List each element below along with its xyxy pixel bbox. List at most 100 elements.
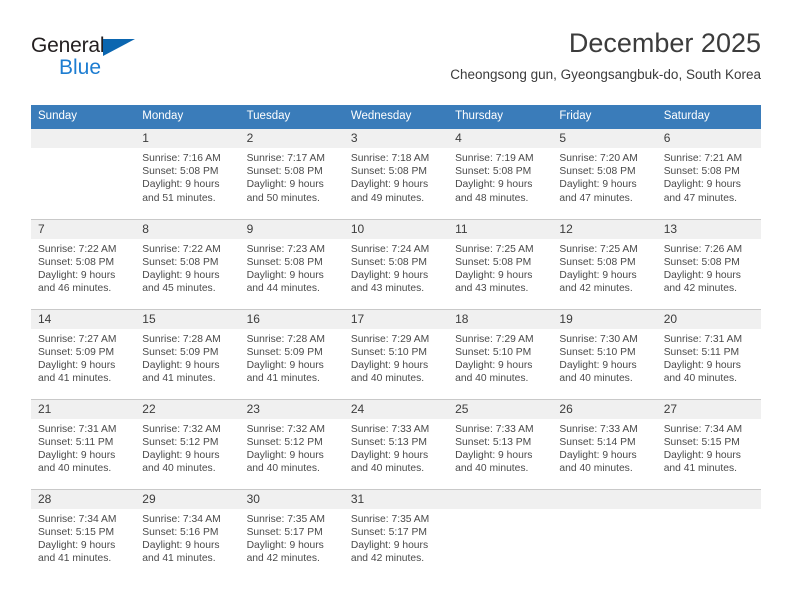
- calendar-day-cell[interactable]: 23 Sunrise: 7:32 AM Sunset: 5:12 PM Dayligh…: [239, 398, 344, 489]
- daylight-duration-line-1: Daylight: 9 hours: [663, 359, 741, 371]
- calendar-day-cell[interactable]: 2 Sunrise: 7:17 AM Sunset: 5:08 PM Daylight…: [239, 129, 344, 219]
- day-sun-info: Sunrise: 7:18 AM Sunset: 5:08 PM Daylight:…: [344, 148, 448, 205]
- daylight-duration-line-1: Daylight: 9 hours: [246, 539, 324, 551]
- sunset-time: Sunset: 5:11 PM: [663, 346, 740, 358]
- calendar-day-cell[interactable]: 1 Sunrise: 7:16 AM Sunset: 5:08 PM Daylight…: [135, 129, 240, 219]
- sunrise-time: Sunrise: 7:32 AM: [246, 423, 325, 435]
- calendar-day-cell[interactable]: 9 Sunrise: 7:23 AM Sunset: 5:08 PM Daylight…: [239, 218, 344, 309]
- day-number: [31, 129, 136, 148]
- day-number: 16: [239, 309, 344, 329]
- day-number: 28: [31, 489, 136, 509]
- day-number: 7: [31, 219, 136, 239]
- calendar-day-cell[interactable]: 27 Sunrise: 7:34 AM Sunset: 5:15 PM Dayligh…: [656, 398, 761, 489]
- calendar-day-cell[interactable]: 6 Sunrise: 7:21 AM Sunset: 5:08 PM Daylight…: [656, 129, 761, 219]
- daylight-duration-line-2: and 40 minutes.: [455, 463, 529, 475]
- calendar-day-cell[interactable]: 16 Sunrise: 7:28 AM Sunset: 5:09 PM Dayligh…: [239, 308, 344, 399]
- logo-word-general: General: [31, 34, 105, 57]
- daylight-duration-line-1: Daylight: 9 hours: [455, 179, 533, 191]
- calendar-empty-cell: [448, 488, 553, 579]
- sunrise-time: Sunrise: 7:22 AM: [38, 243, 117, 255]
- sunset-time: Sunset: 5:12 PM: [246, 436, 323, 448]
- daylight-duration-line-2: and 40 minutes.: [38, 463, 112, 475]
- sunrise-time: Sunrise: 7:19 AM: [455, 153, 534, 164]
- daylight-duration-line-1: Daylight: 9 hours: [142, 179, 220, 191]
- daylight-duration-line-2: and 40 minutes.: [663, 373, 737, 385]
- sunrise-time: Sunrise: 7:20 AM: [559, 153, 638, 164]
- calendar-day-cell[interactable]: 10 Sunrise: 7:24 AM Sunset: 5:08 PM Dayligh…: [343, 218, 449, 309]
- day-sun-info: Sunrise: 7:33 AM Sunset: 5:13 PM Daylight:…: [448, 419, 552, 476]
- day-number: 4: [448, 129, 553, 148]
- sunrise-time: Sunrise: 7:33 AM: [455, 423, 534, 435]
- daylight-duration-line-1: Daylight: 9 hours: [246, 449, 324, 461]
- day-number: 21: [31, 399, 136, 419]
- day-sun-info: Sunrise: 7:35 AM Sunset: 5:17 PM Daylight:…: [240, 509, 344, 566]
- day-number: 13: [656, 219, 761, 239]
- daylight-duration-line-2: and 50 minutes.: [246, 192, 320, 204]
- column-header-saturday: Saturday: [656, 105, 761, 129]
- calendar-day-cell[interactable]: 29 Sunrise: 7:34 AM Sunset: 5:16 PM Dayligh…: [135, 488, 240, 579]
- day-sun-info: Sunrise: 7:33 AM Sunset: 5:14 PM Daylight:…: [552, 419, 656, 476]
- sunset-time: Sunset: 5:15 PM: [38, 526, 115, 538]
- calendar-day-cell[interactable]: 28 Sunrise: 7:34 AM Sunset: 5:15 PM Dayligh…: [31, 488, 136, 579]
- daylight-duration-line-2: and 40 minutes.: [350, 373, 425, 385]
- day-number: 11: [448, 219, 553, 239]
- calendar-day-cell[interactable]: 21 Sunrise: 7:31 AM Sunset: 5:11 PM Dayligh…: [31, 398, 136, 489]
- calendar-day-cell[interactable]: 11 Sunrise: 7:25 AM Sunset: 5:08 PM Dayligh…: [448, 218, 553, 309]
- calendar-day-cell[interactable]: 12 Sunrise: 7:25 AM Sunset: 5:08 PM Dayligh…: [552, 218, 657, 309]
- calendar-day-cell[interactable]: 17 Sunrise: 7:29 AM Sunset: 5:10 PM Dayligh…: [343, 308, 449, 399]
- calendar-day-cell[interactable]: 4 Sunrise: 7:19 AM Sunset: 5:08 PM Daylight…: [448, 129, 553, 219]
- calendar-day-cell[interactable]: 20 Sunrise: 7:31 AM Sunset: 5:11 PM Dayligh…: [656, 308, 761, 399]
- day-number: 14: [31, 309, 136, 329]
- day-number: 27: [656, 399, 761, 419]
- daylight-duration-line-2: and 44 minutes.: [246, 283, 320, 295]
- sunrise-time: Sunrise: 7:27 AM: [38, 333, 117, 345]
- daylight-duration-line-1: Daylight: 9 hours: [38, 539, 116, 551]
- day-sun-info: Sunrise: 7:34 AM Sunset: 5:15 PM Daylight:…: [657, 419, 761, 476]
- day-sun-info: Sunrise: 7:20 AM Sunset: 5:08 PM Daylight:…: [552, 148, 656, 205]
- day-number: 25: [448, 399, 553, 419]
- calendar-day-cell[interactable]: 24 Sunrise: 7:33 AM Sunset: 5:13 PM Dayligh…: [343, 398, 449, 489]
- calendar-day-cell[interactable]: 14 Sunrise: 7:27 AM Sunset: 5:09 PM Dayligh…: [31, 308, 136, 399]
- calendar-day-cell[interactable]: 26 Sunrise: 7:33 AM Sunset: 5:14 PM Dayligh…: [552, 398, 657, 489]
- sunset-time: Sunset: 5:17 PM: [350, 526, 427, 538]
- calendar-day-cell[interactable]: 7 Sunrise: 7:22 AM Sunset: 5:08 PM Daylight…: [31, 218, 136, 309]
- day-number: 29: [135, 489, 240, 509]
- daylight-duration-line-2: and 41 minutes.: [246, 373, 320, 385]
- calendar-header-row: Sunday Monday Tuesday Wednesday Thursday…: [31, 105, 761, 129]
- sunset-time: Sunset: 5:08 PM: [350, 256, 427, 268]
- sunset-time: Sunset: 5:08 PM: [663, 256, 740, 268]
- day-sun-info: Sunrise: 7:26 AM Sunset: 5:08 PM Daylight:…: [657, 239, 761, 296]
- day-number: 6: [656, 129, 761, 148]
- column-header-wednesday: Wednesday: [343, 105, 449, 129]
- sunrise-time: Sunrise: 7:16 AM: [142, 153, 221, 164]
- day-sun-info: Sunrise: 7:17 AM Sunset: 5:08 PM Daylight:…: [240, 148, 344, 205]
- calendar-day-cell[interactable]: 19 Sunrise: 7:30 AM Sunset: 5:10 PM Dayligh…: [552, 308, 657, 399]
- day-sun-info: Sunrise: 7:31 AM Sunset: 5:11 PM Daylight:…: [31, 419, 135, 476]
- calendar-day-cell[interactable]: 8 Sunrise: 7:22 AM Sunset: 5:08 PM Daylight…: [135, 218, 240, 309]
- calendar-day-cell[interactable]: 30 Sunrise: 7:35 AM Sunset: 5:17 PM Dayligh…: [239, 488, 344, 579]
- calendar-day-cell[interactable]: 18 Sunrise: 7:29 AM Sunset: 5:10 PM Dayligh…: [448, 308, 553, 399]
- sunset-time: Sunset: 5:08 PM: [38, 256, 115, 268]
- calendar-week-row: 28 Sunrise: 7:34 AM Sunset: 5:15 PM Dayligh…: [31, 488, 761, 579]
- sunrise-time: Sunrise: 7:28 AM: [246, 333, 325, 345]
- daylight-duration-line-1: Daylight: 9 hours: [350, 449, 429, 461]
- sunrise-time: Sunrise: 7:28 AM: [142, 333, 221, 345]
- day-number: 18: [448, 309, 553, 329]
- daylight-duration-line-2: and 41 minutes.: [142, 373, 216, 385]
- day-sun-info: Sunrise: 7:22 AM Sunset: 5:08 PM Daylight:…: [135, 239, 239, 296]
- calendar-day-cell[interactable]: 5 Sunrise: 7:20 AM Sunset: 5:08 PM Daylight…: [552, 129, 657, 219]
- day-number: 15: [135, 309, 240, 329]
- calendar-day-cell[interactable]: 31 Sunrise: 7:35 AM Sunset: 5:17 PM Dayligh…: [343, 488, 449, 579]
- daylight-duration-line-2: and 40 minutes.: [455, 373, 529, 385]
- sunset-time: Sunset: 5:16 PM: [142, 526, 219, 538]
- calendar-day-cell[interactable]: 3 Sunrise: 7:18 AM Sunset: 5:08 PM Daylight…: [343, 129, 449, 219]
- calendar-week-row: 7 Sunrise: 7:22 AM Sunset: 5:08 PM Daylight…: [31, 218, 761, 309]
- day-number: 2: [239, 129, 344, 148]
- sunrise-time: Sunrise: 7:17 AM: [246, 153, 325, 164]
- daylight-duration-line-1: Daylight: 9 hours: [246, 179, 324, 191]
- daylight-duration-line-2: and 40 minutes.: [350, 463, 425, 475]
- calendar-day-cell[interactable]: 22 Sunrise: 7:32 AM Sunset: 5:12 PM Dayligh…: [135, 398, 240, 489]
- calendar-day-cell[interactable]: 15 Sunrise: 7:28 AM Sunset: 5:09 PM Dayligh…: [135, 308, 240, 399]
- calendar-day-cell[interactable]: 13 Sunrise: 7:26 AM Sunset: 5:08 PM Dayligh…: [656, 218, 761, 309]
- calendar-day-cell[interactable]: 25 Sunrise: 7:33 AM Sunset: 5:13 PM Dayligh…: [448, 398, 553, 489]
